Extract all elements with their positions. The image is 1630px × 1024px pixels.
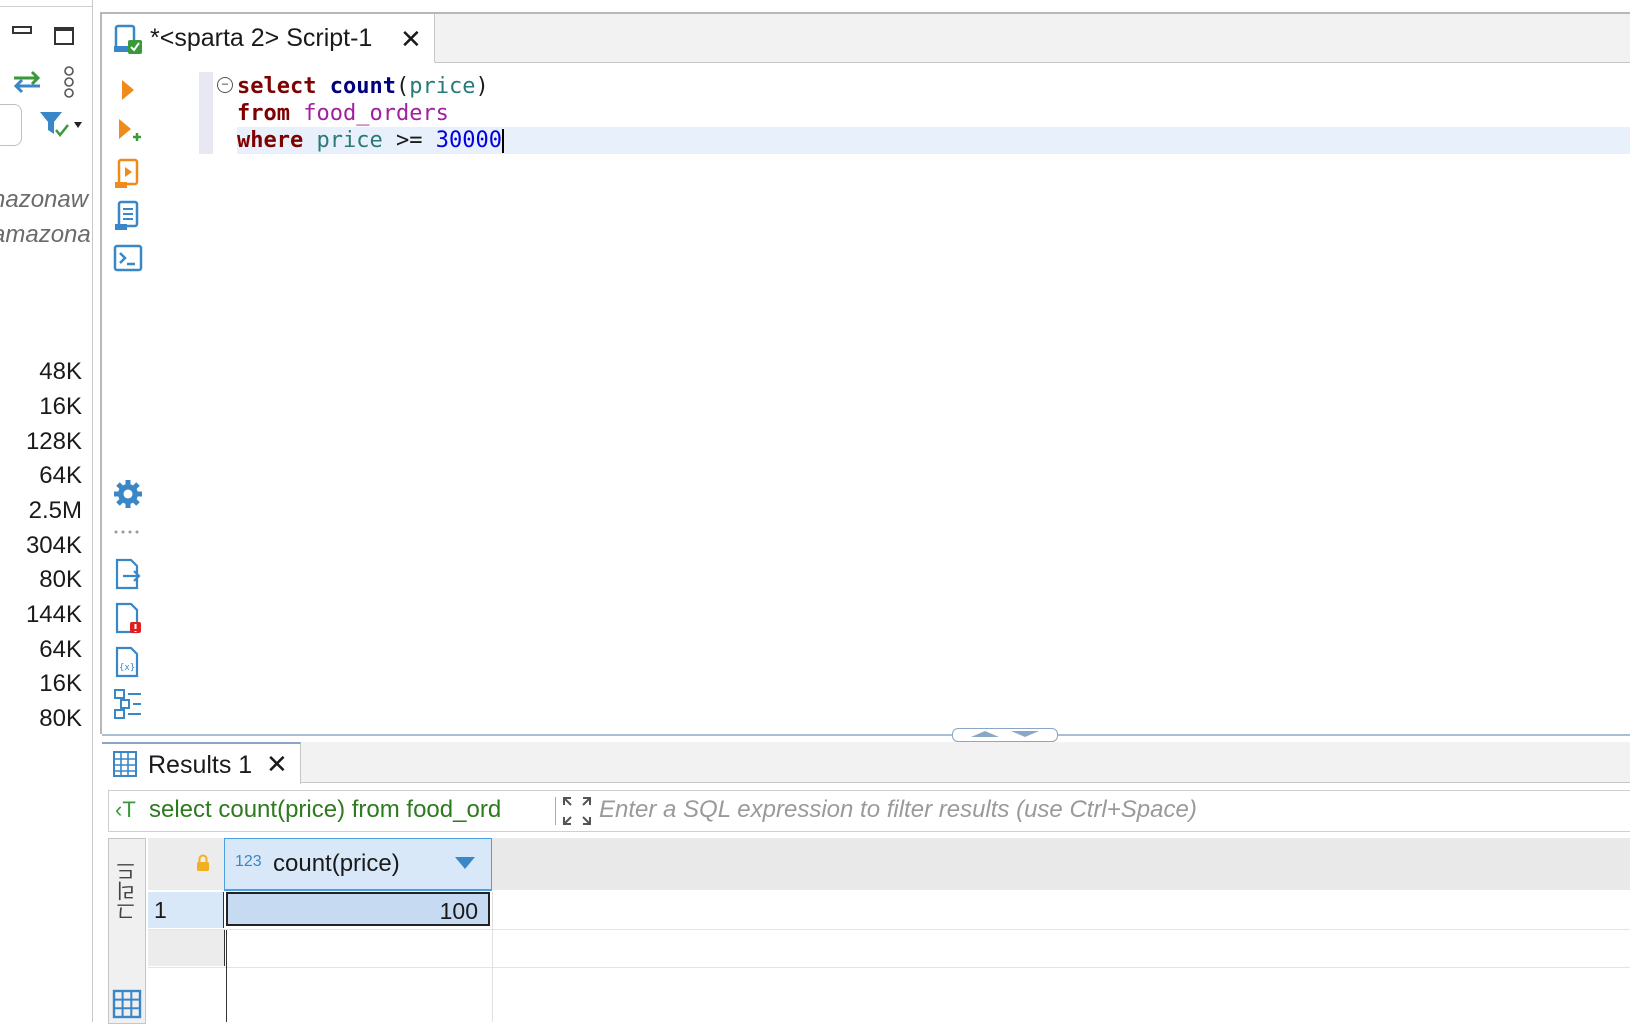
tab-results-1[interactable]: Results 1 ✕ xyxy=(102,742,301,784)
grid-view-tab[interactable]: 그리드 xyxy=(108,838,146,1024)
view-menu-icon[interactable] xyxy=(62,66,76,103)
sql-number: 30000 xyxy=(435,128,502,153)
table-size: 80K xyxy=(39,566,82,593)
table-size: 64K xyxy=(39,462,82,489)
sql-paren: ( xyxy=(395,74,410,99)
explain-plan-button[interactable] xyxy=(108,198,148,234)
sql-column: price xyxy=(409,74,476,99)
results-panel: Results 1 ✕ ‹T select count(price) from … xyxy=(102,742,1630,1024)
grid-row-divider xyxy=(148,967,1630,968)
sql-keyword: where xyxy=(237,128,304,153)
grid-tab-label: 그리드 xyxy=(117,861,139,921)
navigator-panel: nazonaw amazona 48K 16K 128K 64K 2.5M 30… xyxy=(0,0,93,1022)
sql-keyword: from xyxy=(237,101,290,126)
code-line-1: select count(price) xyxy=(237,73,489,100)
settings-gear-icon[interactable] xyxy=(108,476,148,512)
error-log-icon[interactable] xyxy=(108,600,148,636)
column-name: count(price) xyxy=(273,850,400,877)
sql-table: food_orders xyxy=(303,101,449,126)
editor-tab-strip: *<sparta 2> Script-1 ✕ xyxy=(102,14,1630,63)
column-header[interactable]: 123 count(price) xyxy=(224,838,492,891)
tab-label: Results 1 xyxy=(148,751,253,779)
tab-script-1[interactable]: *<sparta 2> Script-1 ✕ xyxy=(102,14,435,63)
column-divider xyxy=(492,892,493,1022)
filter-input[interactable]: Enter a SQL expression to filter results… xyxy=(599,796,1197,824)
sql-function: count xyxy=(329,74,396,99)
splitter-toggle-handle[interactable] xyxy=(952,728,1058,742)
sort-dropdown-icon[interactable] xyxy=(455,857,475,869)
execute-statement-button[interactable] xyxy=(108,72,148,108)
empty-row-number xyxy=(148,930,225,966)
sql-text-icon: ‹T xyxy=(115,797,136,822)
execute-new-tab-button[interactable] xyxy=(108,114,148,150)
table-size: 144K xyxy=(25,601,82,628)
sql-column: price xyxy=(316,128,383,153)
sql-script-icon xyxy=(112,24,144,61)
sql-operator: >= xyxy=(395,128,423,153)
table-size: 16K xyxy=(39,670,82,697)
results-filter-bar: ‹T select count(price) from food_ord Ent… xyxy=(108,790,1630,832)
close-icon[interactable]: ✕ xyxy=(400,26,422,52)
navigator-filter-input[interactable] xyxy=(0,104,22,146)
table-size: 304K xyxy=(25,532,82,559)
link-editor-icon[interactable] xyxy=(10,68,44,101)
outline-icon[interactable] xyxy=(108,686,148,722)
filter-icon[interactable] xyxy=(38,110,86,145)
editor-gutter xyxy=(199,72,213,154)
variables-icon[interactable]: {x} xyxy=(108,644,148,680)
table-size: 2.5M xyxy=(28,497,82,524)
separator-dots xyxy=(108,514,148,550)
close-icon[interactable]: ✕ xyxy=(266,751,288,777)
editor-results-splitter[interactable] xyxy=(102,734,1630,736)
numeric-type-icon: 123 xyxy=(235,853,262,870)
table-size: 128K xyxy=(25,428,82,455)
row-number[interactable]: 1 xyxy=(148,892,224,928)
code-line-2: from food_orders xyxy=(237,100,449,127)
expand-icon[interactable] xyxy=(561,795,593,832)
table-size: 64K xyxy=(39,636,82,663)
table-size: 48K xyxy=(39,358,82,385)
grid-cell[interactable]: 100 xyxy=(226,892,490,926)
svg-text:{x}: {x} xyxy=(119,663,135,673)
fold-toggle-icon[interactable]: − xyxy=(217,77,233,93)
column-divider xyxy=(226,930,227,1022)
execute-script-button[interactable] xyxy=(108,156,148,192)
panel-top-border xyxy=(0,0,92,7)
export-icon[interactable] xyxy=(108,556,148,592)
editor-toolbar: {x} xyxy=(108,70,152,730)
results-grid: 123 count(price) 1 100 xyxy=(148,838,1630,1022)
terminal-icon[interactable] xyxy=(108,240,148,276)
minimize-icon[interactable] xyxy=(12,26,32,34)
db-item[interactable]: amazona xyxy=(0,221,91,249)
text-caret xyxy=(501,129,504,153)
sql-paren: ) xyxy=(475,74,489,99)
code-editor[interactable]: − select count(price) from food_orders w… xyxy=(199,72,1630,172)
maximize-icon[interactable] xyxy=(54,27,74,45)
lock-icon xyxy=(196,854,210,877)
sql-keyword: select xyxy=(237,74,317,99)
sql-editor: *<sparta 2> Script-1 ✕ {x} − select coun… xyxy=(100,12,1630,734)
filter-separator xyxy=(555,797,556,825)
grid-row-divider xyxy=(148,929,1630,930)
tab-label: *<sparta 2> Script-1 xyxy=(150,24,373,52)
grid-icon xyxy=(112,989,142,1024)
db-item[interactable]: nazonaw xyxy=(0,186,88,214)
row-number-header[interactable] xyxy=(148,838,225,890)
executed-query-text[interactable]: select count(price) from food_ord xyxy=(149,796,547,824)
grid-table-icon xyxy=(112,750,138,783)
code-line-3: where price >= 30000 xyxy=(237,127,504,154)
table-size: 80K xyxy=(39,705,82,732)
results-tab-strip: Results 1 ✕ xyxy=(102,742,1630,784)
table-size: 16K xyxy=(39,393,82,420)
